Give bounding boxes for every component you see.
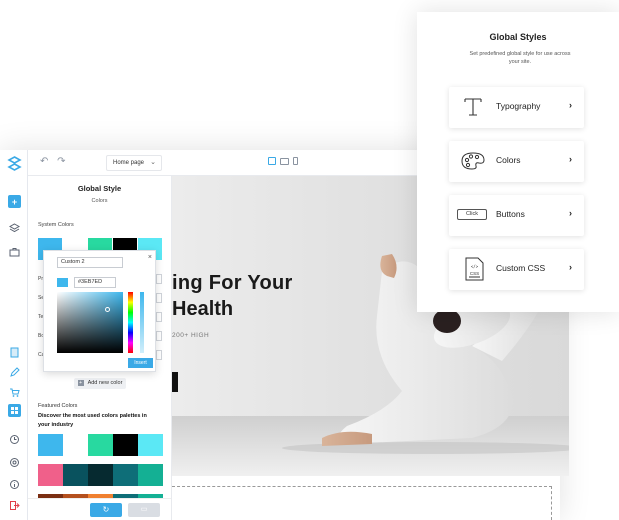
add-color-button[interactable]: + Add new color xyxy=(74,378,126,389)
undo-redo-icons[interactable]: ↶ ↷ xyxy=(40,156,69,167)
grid-icon[interactable] xyxy=(8,404,21,417)
system-colors-label: System Colors xyxy=(38,222,74,228)
palette-swatch xyxy=(63,434,88,456)
hero-heading-line1: ing For Your xyxy=(172,272,293,294)
palette-swatch xyxy=(138,464,163,486)
chevron-right-icon: › xyxy=(569,154,572,164)
css-icon-text: CSS xyxy=(470,271,479,276)
hue-slider[interactable] xyxy=(128,292,133,353)
button-icon: Click xyxy=(457,209,487,220)
palette-swatch xyxy=(38,434,63,456)
saturation-value-area[interactable] xyxy=(57,292,123,353)
palette-swatch xyxy=(88,464,113,486)
plus-icon: + xyxy=(77,379,84,386)
desktop-icon[interactable] xyxy=(268,157,276,165)
color-name-input[interactable]: Custom 2 xyxy=(57,257,123,268)
insert-button[interactable]: Insert xyxy=(128,358,153,368)
screenshot-stage: + ↶ ↷ Home page ⌄ Global Style Colors Sy… xyxy=(0,0,619,520)
info-icon[interactable] xyxy=(8,478,21,491)
color-picker-popup: Custom 2 × #3EB7ED Insert xyxy=(43,250,156,372)
add-color-label: Add new color xyxy=(87,380,123,386)
app-logo-icon xyxy=(7,156,22,171)
buttons-option[interactable]: Click Buttons › xyxy=(449,195,584,236)
pages-icon[interactable] xyxy=(8,346,21,359)
exit-icon[interactable] xyxy=(8,499,21,512)
typography-icon xyxy=(464,98,482,116)
typography-option[interactable]: Typography › xyxy=(449,87,584,128)
css-file-icon: </> CSS xyxy=(465,257,484,281)
pen-icon[interactable] xyxy=(8,366,21,379)
settings-icon[interactable] xyxy=(8,456,21,469)
hero-cta-button[interactable] xyxy=(172,372,178,392)
close-icon[interactable]: × xyxy=(148,254,152,261)
chevron-right-icon: › xyxy=(569,262,572,272)
layers-icon[interactable] xyxy=(8,222,21,235)
buttons-label: Buttons xyxy=(496,209,525,219)
palette-swatch xyxy=(138,434,163,456)
palette-swatch xyxy=(63,464,88,486)
briefcase-icon[interactable] xyxy=(8,246,21,259)
history-icon[interactable] xyxy=(8,433,21,446)
reset-button[interactable]: ↻ xyxy=(90,503,122,517)
page-select[interactable]: Home page ⌄ xyxy=(106,155,162,171)
palette-row[interactable] xyxy=(38,464,163,486)
left-rail: + xyxy=(0,150,28,520)
hex-input[interactable]: #3EB7ED xyxy=(74,277,116,288)
palette-icon xyxy=(461,152,485,170)
colors-label: Colors xyxy=(496,155,521,165)
color-role-swatch[interactable] xyxy=(156,312,162,322)
palette-swatch xyxy=(38,464,63,486)
device-switcher xyxy=(268,157,298,165)
mobile-icon[interactable] xyxy=(293,157,298,165)
hero-subtext: 200+ HIGH xyxy=(172,332,210,339)
current-color-chip xyxy=(57,278,68,287)
colors-option[interactable]: Colors › xyxy=(449,141,584,182)
add-element-icon[interactable]: + xyxy=(8,195,21,208)
color-role-swatch[interactable] xyxy=(156,331,162,341)
color-role-swatch[interactable] xyxy=(156,274,162,284)
alpha-slider[interactable] xyxy=(140,292,144,353)
drop-zone[interactable] xyxy=(172,486,552,520)
chevron-right-icon: › xyxy=(569,208,572,218)
global-styles-title: Global Styles xyxy=(489,32,547,42)
palette-swatch xyxy=(113,464,138,486)
custom-css-option[interactable]: </> CSS Custom CSS › xyxy=(449,249,584,290)
chevron-right-icon: › xyxy=(569,100,572,110)
hero-heading-line2: Health xyxy=(172,298,234,320)
palette-swatch xyxy=(113,434,138,456)
color-role-swatch[interactable] xyxy=(156,350,162,360)
panel-title: Global Style xyxy=(77,184,122,193)
page-select-value: Home page xyxy=(113,160,145,166)
palette-row[interactable] xyxy=(38,434,163,456)
tablet-icon[interactable] xyxy=(280,158,289,165)
custom-css-label: Custom CSS xyxy=(496,263,546,273)
svg-text:</>: </> xyxy=(471,264,479,269)
global-styles-subtitle: Set predefined global style for use acro… xyxy=(469,51,571,65)
featured-colors-description: Discover the most used colors palettes i… xyxy=(38,413,147,428)
color-cursor[interactable] xyxy=(105,307,110,312)
cart-icon[interactable] xyxy=(8,386,21,399)
panel-footer: ↻ ▭ xyxy=(28,498,171,520)
global-styles-card: Global Styles Set predefined global styl… xyxy=(417,12,619,312)
panel-subtitle: Colors xyxy=(91,198,108,204)
color-role-swatch[interactable] xyxy=(156,293,162,303)
save-button[interactable]: ▭ xyxy=(128,503,160,517)
palette-swatch xyxy=(88,434,113,456)
chevron-down-icon: ⌄ xyxy=(150,159,156,166)
featured-colors-label: Featured Colors xyxy=(38,403,78,409)
typography-label: Typography xyxy=(496,101,541,111)
